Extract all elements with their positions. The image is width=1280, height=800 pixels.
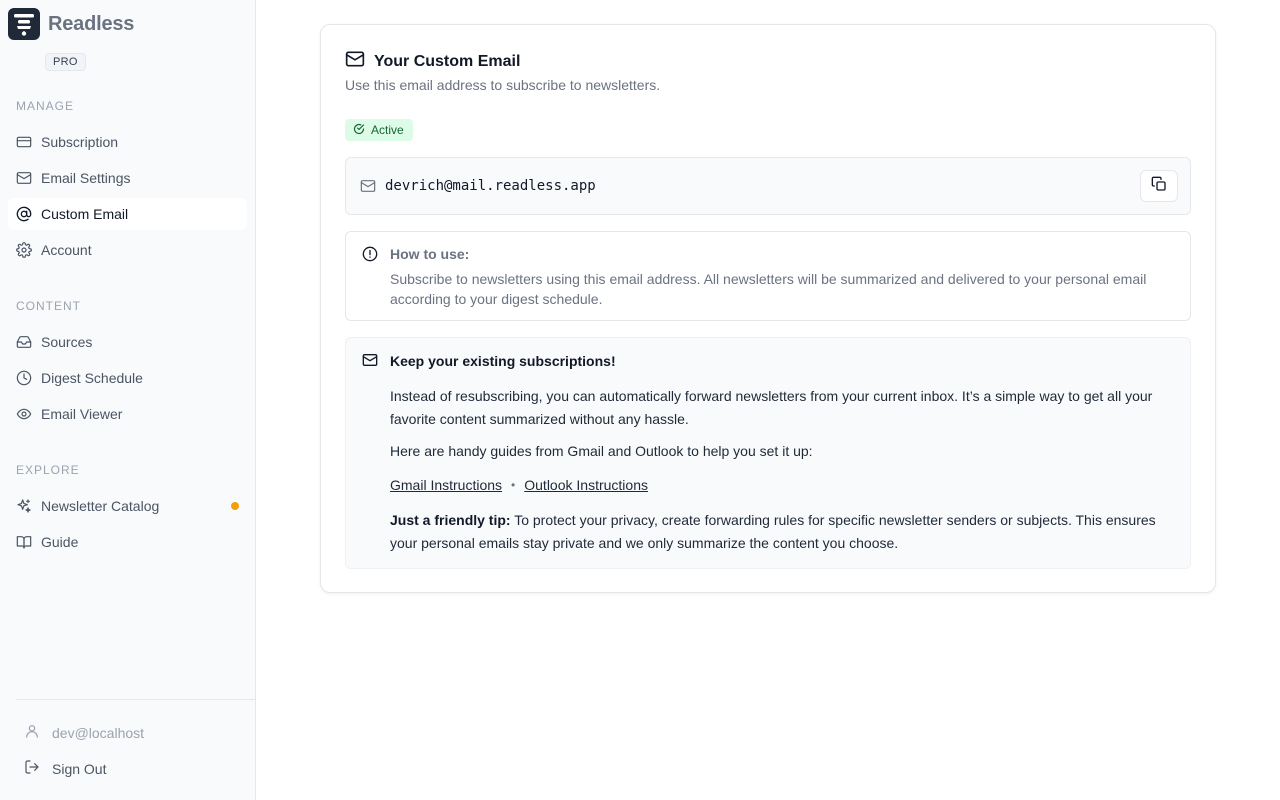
section-label-explore: EXPLORE — [16, 463, 80, 477]
mail-icon — [360, 180, 376, 192]
user-info: dev@localhost — [24, 723, 144, 742]
link-separator: • — [511, 478, 516, 492]
sidebar-item-label: Subscription — [41, 134, 119, 150]
alert-circle-icon — [362, 246, 378, 262]
mail-icon — [362, 352, 378, 368]
sidebar-item-label: Digest Schedule — [41, 370, 143, 386]
sidebar-item-email-settings[interactable]: Email Settings — [8, 162, 247, 194]
card-title: Your Custom Email — [345, 49, 520, 74]
how-to-use-text: Subscribe to newsletters using this emai… — [390, 271, 1147, 307]
mail-icon — [16, 170, 32, 186]
sidebar-item-account[interactable]: Account — [8, 234, 247, 266]
sidebar-item-label: Sources — [41, 334, 93, 350]
card-title-text: Your Custom Email — [374, 52, 521, 70]
copy-button[interactable] — [1140, 170, 1178, 202]
brand[interactable]: Readless — [8, 8, 134, 40]
readless-logo-icon — [8, 8, 40, 40]
inbox-icon — [16, 334, 32, 350]
sidebar-item-label: Email Viewer — [41, 406, 123, 422]
status-text: Active — [371, 123, 404, 137]
keep-subscriptions-panel: Keep your existing subscriptions! Instea… — [345, 337, 1191, 569]
custom-email-address-box: devrich@mail.readless.app — [345, 157, 1191, 215]
sidebar-item-email-viewer[interactable]: Email Viewer — [8, 398, 247, 430]
sidebar-item-label: Email Settings — [41, 170, 131, 186]
brand-name: Readless — [48, 12, 135, 35]
credit-card-icon — [16, 134, 32, 150]
how-to-use-panel: How to use: Subscribe to newsletters usi… — [345, 231, 1191, 321]
clock-icon — [16, 370, 32, 386]
sign-out-button[interactable]: Sign Out — [24, 759, 106, 778]
mail-icon — [345, 49, 365, 74]
gear-icon — [16, 242, 32, 258]
at-sign-icon — [16, 206, 32, 222]
outlook-instructions-link[interactable]: Outlook Instructions — [524, 477, 648, 493]
check-circle-icon — [353, 123, 365, 138]
sidebar-item-label: Custom Email — [41, 206, 129, 222]
sidebar: Readless PRO MANAGE Subscription Email S… — [0, 0, 256, 800]
section-label-content: CONTENT — [16, 299, 81, 313]
sidebar-item-newsletter-catalog[interactable]: Newsletter Catalog — [8, 490, 247, 522]
privacy-tip-label: Just a friendly tip: — [390, 512, 511, 528]
sidebar-item-digest-schedule[interactable]: Digest Schedule — [8, 362, 247, 394]
plan-badge: PRO — [45, 53, 86, 71]
card-subtitle: Use this email address to subscribe to n… — [345, 77, 661, 93]
keep-subscriptions-title: Keep your existing subscriptions! — [390, 353, 616, 369]
user-icon — [24, 723, 40, 742]
book-open-icon — [16, 534, 32, 550]
guides-intro: Here are handy guides from Gmail and Out… — [390, 443, 813, 459]
sidebar-item-sources[interactable]: Sources — [8, 326, 247, 358]
eye-icon — [16, 406, 32, 422]
instruction-links: Gmail Instructions • Outlook Instruction… — [390, 477, 648, 493]
how-to-use-title: How to use: — [390, 246, 470, 262]
sidebar-item-custom-email[interactable]: Custom Email — [8, 198, 247, 230]
user-email: dev@localhost — [52, 724, 145, 741]
sign-out-label: Sign Out — [52, 760, 107, 777]
sparkles-icon — [16, 498, 32, 514]
keep-subscriptions-intro: Instead of resubscribing, you can automa… — [390, 388, 1153, 427]
new-indicator-dot — [231, 502, 239, 510]
gmail-instructions-link[interactable]: Gmail Instructions — [390, 477, 502, 493]
log-out-icon — [24, 759, 40, 778]
custom-email-address[interactable]: devrich@mail.readless.app — [385, 178, 596, 194]
sidebar-item-subscription[interactable]: Subscription — [8, 126, 247, 158]
sidebar-item-guide[interactable]: Guide — [8, 526, 247, 558]
section-label-manage: MANAGE — [16, 99, 75, 113]
custom-email-card: Your Custom Email Use this email address… — [320, 24, 1216, 593]
privacy-tip: Just a friendly tip: To protect your pri… — [390, 509, 1180, 555]
sidebar-divider — [16, 699, 255, 700]
sidebar-item-label: Newsletter Catalog — [41, 498, 160, 514]
status-badge: Active — [345, 119, 413, 141]
sidebar-item-label: Account — [41, 242, 92, 258]
sidebar-item-label: Guide — [41, 534, 79, 550]
copy-icon — [1151, 176, 1167, 197]
